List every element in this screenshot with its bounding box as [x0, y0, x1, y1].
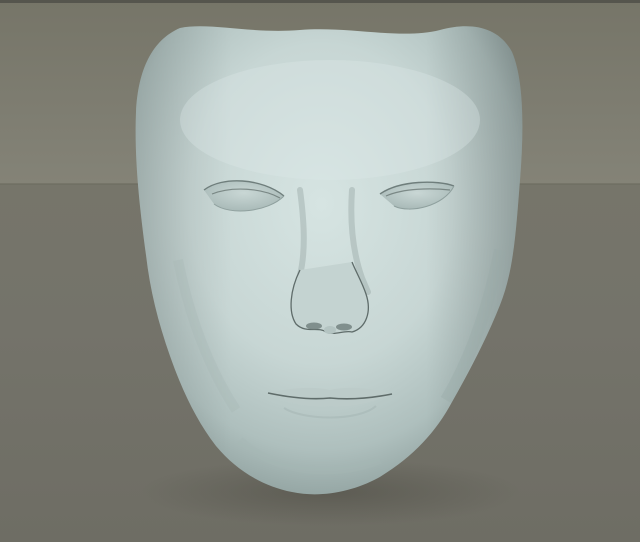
face-mask: [135, 26, 523, 526]
nose: [290, 261, 369, 335]
render-viewport: [0, 0, 640, 542]
forehead-highlight: [180, 60, 480, 180]
